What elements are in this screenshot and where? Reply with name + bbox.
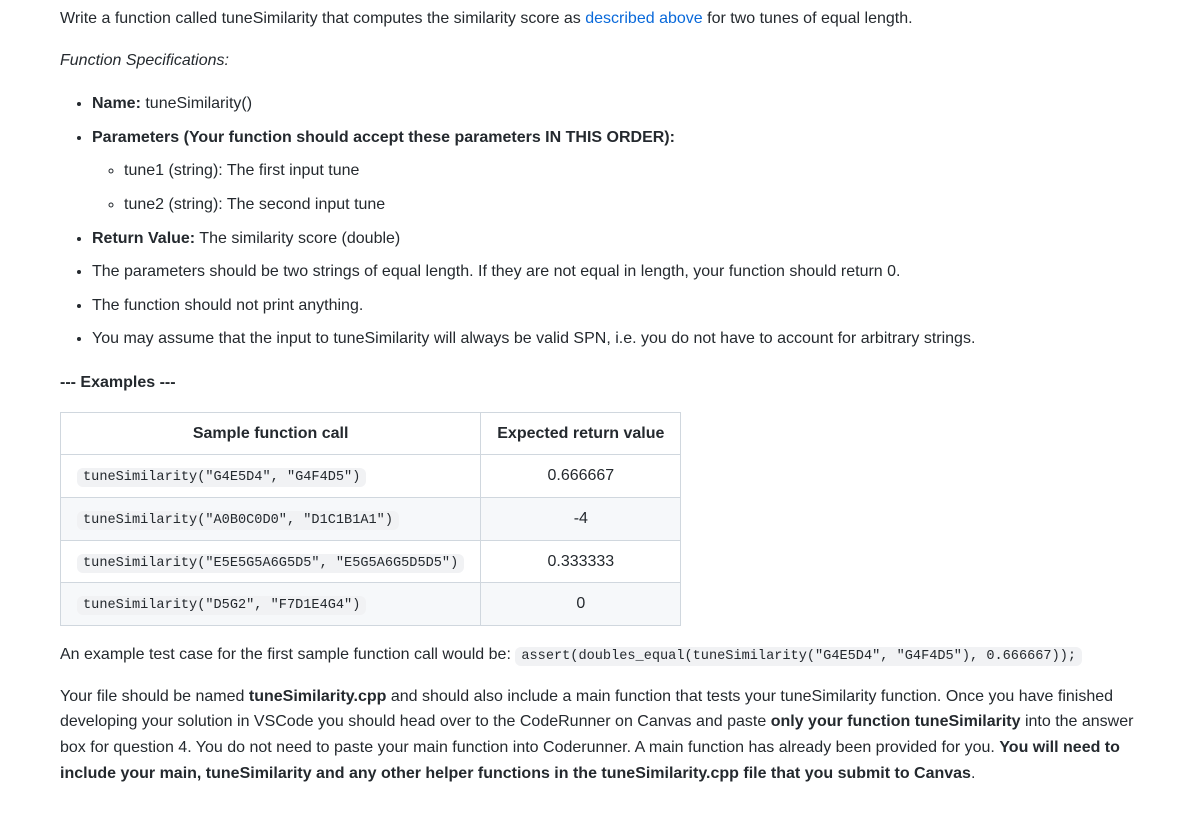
spec-params-label: Parameters (Your function should accept … [92, 129, 675, 146]
examples-header: --- Examples --- [60, 370, 1140, 396]
code-call: tuneSimilarity("D5G2", "F7D1E4G4") [77, 596, 366, 615]
spec-list: Name: tuneSimilarity() Parameters (Your … [60, 89, 1140, 354]
spec-name-value: tuneSimilarity() [141, 95, 252, 112]
closing-filename: tuneSimilarity.cpp [249, 688, 387, 705]
spec-rule-spn: You may assume that the input to tuneSim… [92, 324, 1140, 354]
table-cell-call: tuneSimilarity("A0B0C0D0", "D1C1B1A1") [61, 497, 481, 540]
spec-name-label: Name: [92, 95, 141, 112]
spec-params-sublist: tune1 (string): The first input tune tun… [92, 156, 1140, 219]
intro-text-after: for two tunes of equal length. [703, 10, 913, 27]
table-cell-return: 0 [481, 583, 681, 626]
table-cell-return: -4 [481, 497, 681, 540]
table-row: tuneSimilarity("A0B0C0D0", "D1C1B1A1") -… [61, 497, 681, 540]
table-row: tuneSimilarity("G4E5D4", "G4F4D5") 0.666… [61, 455, 681, 498]
spec-params: Parameters (Your function should accept … [92, 123, 1140, 220]
intro-text-before: Write a function called tuneSimilarity t… [60, 10, 585, 27]
table-cell-call: tuneSimilarity("D5G2", "F7D1E4G4") [61, 583, 481, 626]
spec-name: Name: tuneSimilarity() [92, 89, 1140, 119]
intro-paragraph: Write a function called tuneSimilarity t… [60, 6, 1140, 32]
table-row: tuneSimilarity("E5E5G5A6G5D5", "E5G5A6G5… [61, 540, 681, 583]
spec-param1: tune1 (string): The first input tune [124, 156, 1140, 186]
assert-before: An example test case for the first sampl… [60, 646, 515, 663]
spec-return: Return Value: The similarity score (doub… [92, 224, 1140, 254]
described-above-link[interactable]: described above [585, 10, 702, 27]
table-cell-call: tuneSimilarity("G4E5D4", "G4F4D5") [61, 455, 481, 498]
spec-heading: Function Specifications: [60, 48, 1140, 74]
assert-code: assert(doubles_equal(tuneSimilarity("G4E… [515, 647, 1082, 666]
spec-rule-length: The parameters should be two strings of … [92, 257, 1140, 287]
table-header-return: Expected return value [481, 412, 681, 455]
table-cell-return: 0.666667 [481, 455, 681, 498]
code-call: tuneSimilarity("G4E5D4", "G4F4D5") [77, 468, 366, 487]
assert-paragraph: An example test case for the first sampl… [60, 642, 1140, 668]
spec-return-label: Return Value: [92, 230, 195, 247]
table-header-row: Sample function call Expected return val… [61, 412, 681, 455]
table-row: tuneSimilarity("D5G2", "F7D1E4G4") 0 [61, 583, 681, 626]
closing-only-func: only your function tuneSimilarity [771, 713, 1021, 730]
examples-table: Sample function call Expected return val… [60, 412, 681, 627]
spec-param2: tune2 (string): The second input tune [124, 190, 1140, 220]
closing-text: . [971, 765, 975, 782]
spec-return-value: The similarity score (double) [195, 230, 400, 247]
code-call: tuneSimilarity("A0B0C0D0", "D1C1B1A1") [77, 511, 399, 530]
spec-heading-text: Function Specifications: [60, 52, 229, 69]
spec-rule-noprint: The function should not print anything. [92, 291, 1140, 321]
table-header-call: Sample function call [61, 412, 481, 455]
code-call: tuneSimilarity("E5E5G5A6G5D5", "E5G5A6G5… [77, 554, 464, 573]
table-cell-call: tuneSimilarity("E5E5G5A6G5D5", "E5G5A6G5… [61, 540, 481, 583]
table-cell-return: 0.333333 [481, 540, 681, 583]
closing-text: Your file should be named [60, 688, 249, 705]
closing-paragraph: Your file should be named tuneSimilarity… [60, 684, 1140, 786]
